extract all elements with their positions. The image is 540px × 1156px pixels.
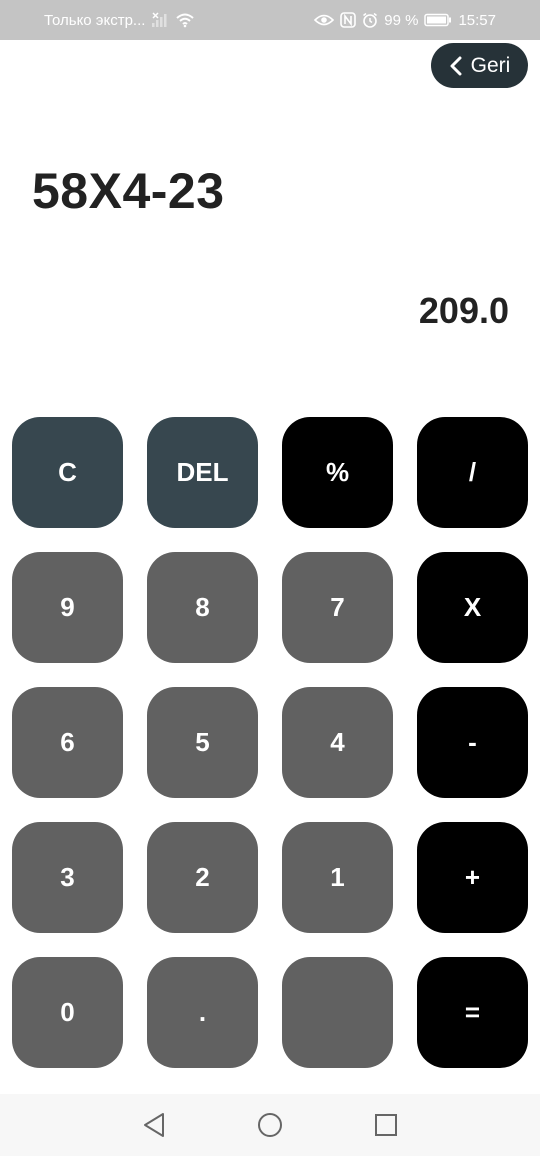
circle-home-icon [258, 1113, 282, 1137]
expression-display: 58X4-23 [32, 163, 225, 219]
eye-icon [314, 13, 335, 27]
key-digit-7-button[interactable]: 7 [282, 552, 393, 663]
key-digit-9-button[interactable]: 9 [12, 552, 123, 663]
back-button-label: Geri [470, 53, 511, 77]
square-recents-icon [375, 1114, 397, 1136]
wifi-icon [175, 12, 195, 28]
key-clear-button[interactable]: C [12, 417, 123, 528]
key-divide-button[interactable]: / [417, 417, 528, 528]
nav-home-button[interactable] [247, 1102, 293, 1148]
status-left: Только экстр... [44, 12, 195, 29]
navigation-bar [0, 1094, 540, 1156]
key-digit-5-button[interactable]: 5 [147, 687, 258, 798]
key-minus-button[interactable]: - [417, 687, 528, 798]
key-digit-8-button[interactable]: 8 [147, 552, 258, 663]
signal-icon [151, 12, 169, 28]
key-digit-2-button[interactable]: 2 [147, 822, 258, 933]
key-digit-0-button[interactable]: 0 [12, 957, 123, 1068]
nav-back-button[interactable] [131, 1102, 177, 1148]
key-plus-button[interactable]: + [417, 822, 528, 933]
key-equals-button[interactable]: = [417, 957, 528, 1068]
key-decimal-button[interactable]: . [147, 957, 258, 1068]
battery-icon [424, 13, 452, 27]
alarm-icon [362, 12, 378, 28]
status-bar: Только экстр... 99 % 15:57 [0, 0, 540, 40]
key-multiply-button[interactable]: X [417, 552, 528, 663]
status-right: 99 % 15:57 [314, 12, 496, 29]
key-digit-4-button[interactable]: 4 [282, 687, 393, 798]
key-digit-3-button[interactable]: 3 [12, 822, 123, 933]
key-delete-button[interactable]: DEL [147, 417, 258, 528]
battery-percent: 99 % [384, 11, 419, 29]
nfc-icon [340, 12, 357, 28]
chevron-left-icon [449, 56, 463, 76]
carrier-text: Только экстр... [44, 11, 146, 29]
keypad: C DEL%/ 9 8 7 X 6 5 4- 3 2 1 +0. = [12, 417, 528, 1068]
nav-recents-button[interactable] [363, 1102, 409, 1148]
key-digit-6-button[interactable]: 6 [12, 687, 123, 798]
key-blank-button[interactable] [282, 957, 393, 1068]
key-digit-1-button[interactable]: 1 [282, 822, 393, 933]
clock-time: 15:57 [458, 11, 496, 29]
result-display: 209.0 [418, 290, 509, 331]
back-button[interactable]: Geri [431, 43, 528, 88]
triangle-back-icon [144, 1113, 164, 1137]
key-percent-button[interactable]: % [282, 417, 393, 528]
